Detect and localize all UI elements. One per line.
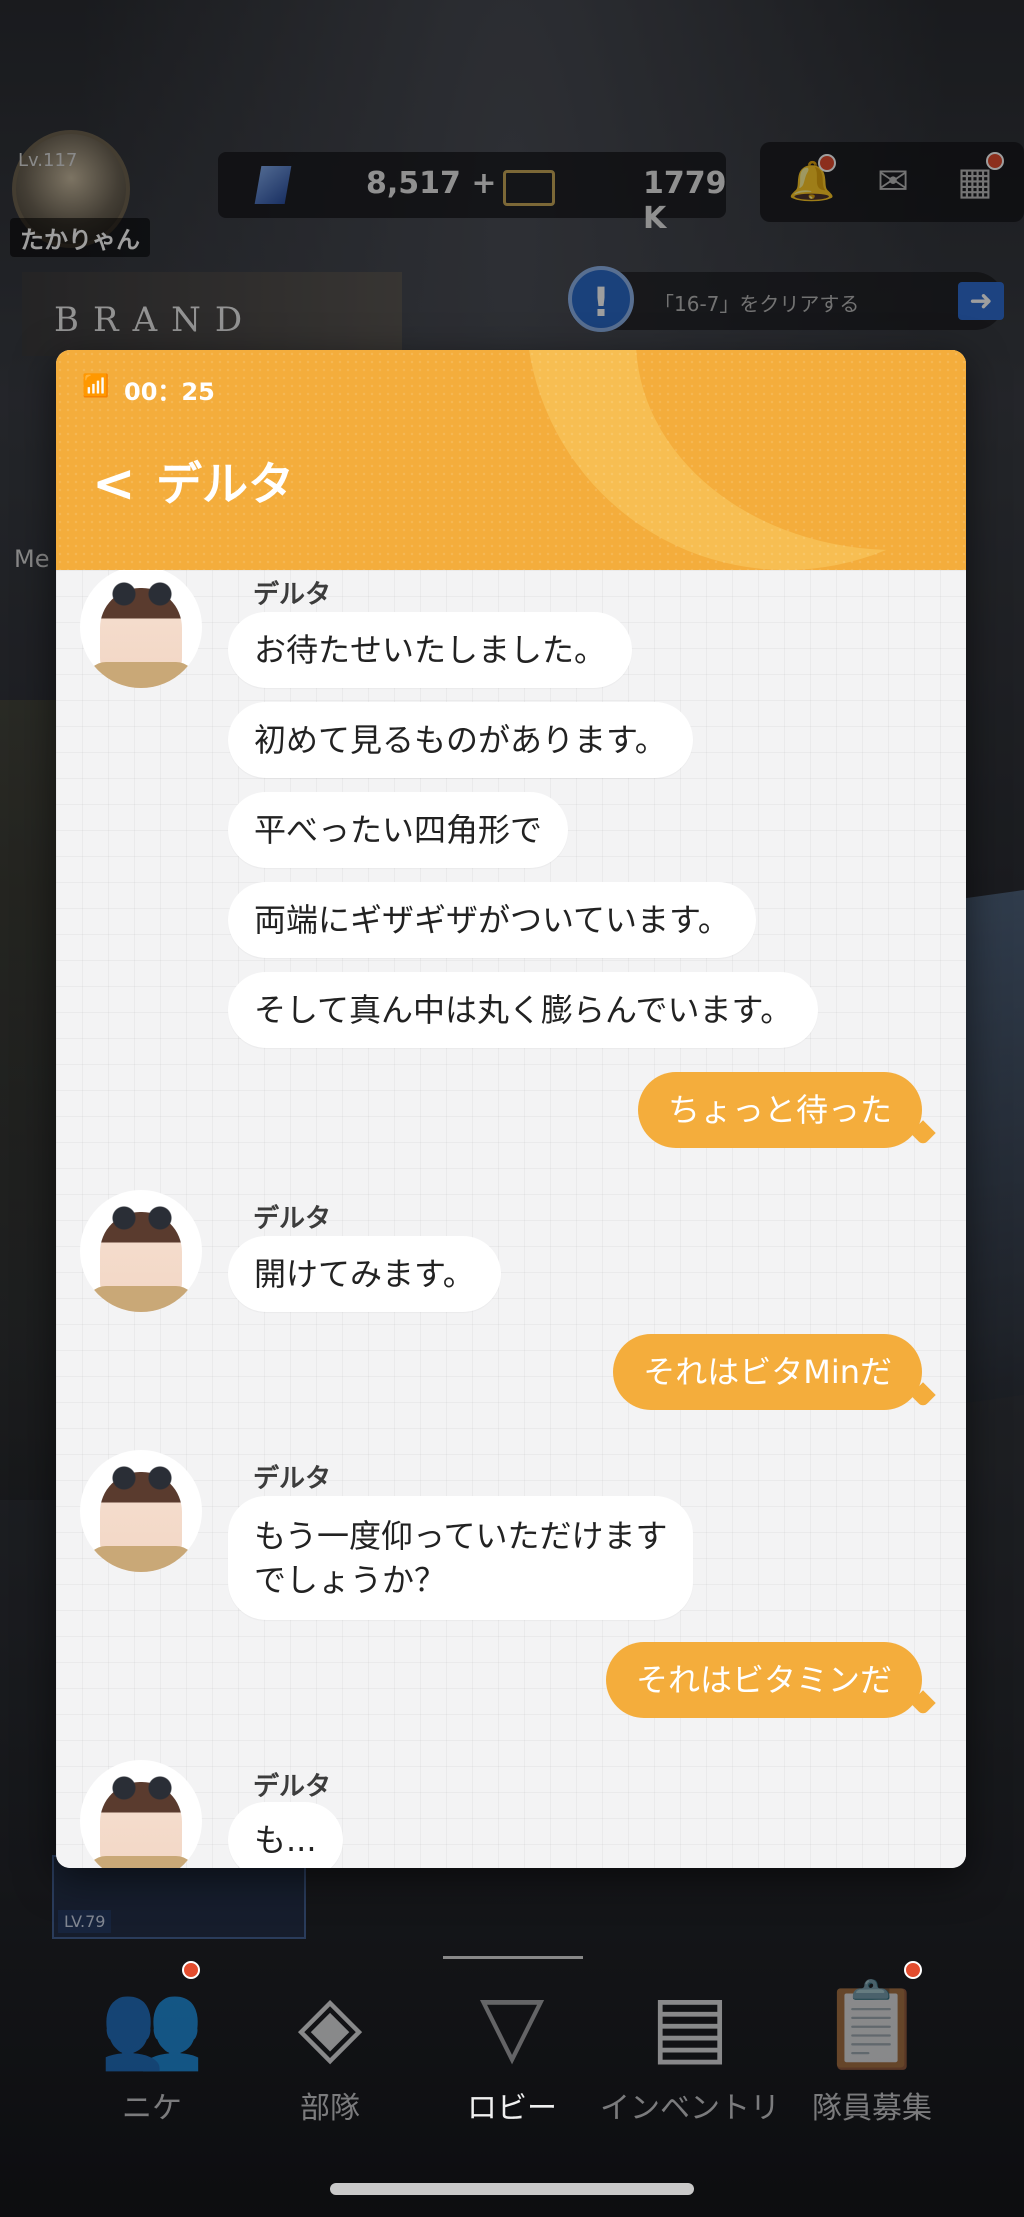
nav-label: インベントリ [600, 2091, 780, 2126]
inventory-icon: ▤ [650, 1976, 730, 2074]
message-bubble: そして真ん中は丸く膨らんでいます。 [228, 972, 819, 1048]
reply-bubble: それはビタMinだ [613, 1334, 922, 1410]
lobby-icon: ▽ [479, 1976, 545, 2074]
nav-item-inventory[interactable]: ▤ インベントリ [600, 1955, 780, 2135]
message-bubble: 初めて見るものがあります。 [228, 702, 693, 778]
nav-label: ニケ [122, 2091, 182, 2126]
avatar[interactable] [80, 1190, 202, 1312]
message-bubble: も... [228, 1802, 343, 1868]
home-indicator[interactable] [330, 2183, 694, 2195]
sender-name: デルタ [253, 1204, 332, 1234]
sender-name: デルタ [253, 580, 332, 610]
message-bubble: 開けてみます。 [228, 1236, 501, 1312]
people-icon: 👥 [99, 1976, 205, 2074]
notification-dot [904, 1961, 922, 1979]
sender-name: デルタ [253, 1772, 332, 1802]
wifi-icon: 📶 [82, 374, 110, 399]
chat-title: デルタ [156, 457, 294, 511]
nav-item-recruit[interactable]: 📋 隊員募集 [782, 1955, 962, 2135]
clipboard-icon: 📋 [819, 1976, 925, 2074]
sender-name: デルタ [253, 1464, 332, 1494]
reply-bubble: ちょっと待った [637, 1072, 922, 1148]
nav-item-squad[interactable]: ◈ 部隊 [240, 1955, 420, 2135]
nav-label: ロビー [467, 2091, 557, 2126]
avatar[interactable] [80, 1450, 202, 1572]
bottom-nav: 👥 ニケ ◈ 部隊 ▽ ロビー ▤ インベントリ 📋 隊員募集 [0, 1955, 1024, 2155]
notification-dot [182, 1961, 200, 1979]
nav-item-nikke[interactable]: 👥 ニケ [62, 1955, 242, 2135]
nav-label: 隊員募集 [812, 2091, 932, 2126]
message-bubble: お待たせいたしました。 [228, 612, 633, 688]
avatar[interactable] [80, 1760, 202, 1868]
nav-item-lobby[interactable]: ▽ ロビー [422, 1955, 602, 2135]
avatar[interactable] [80, 570, 202, 688]
squad-icon: ◈ [297, 1976, 363, 2074]
chat-messages[interactable]: デルタ お待たせいたしました。 初めて見るものがあります。 平べったい四角形で … [56, 570, 966, 1868]
message-bubble: 両端にギザギザがついています。 [228, 882, 756, 958]
chat-header: 📶 00：25 < デルタ [56, 350, 966, 570]
status-time: 00：25 [124, 378, 215, 406]
back-chevron-icon[interactable]: < [92, 454, 136, 514]
reply-bubble: それはビタミンだ [605, 1642, 922, 1718]
message-bubble: 平べったい四角形で [228, 792, 569, 868]
chat-window: 📶 00：25 < デルタ デルタ お待たせいたしました。 初めて見るものがあり… [56, 350, 966, 1868]
nav-label: 部隊 [300, 2091, 360, 2126]
message-bubble: もう一度仰っていただけます でしょうか？ [228, 1496, 694, 1620]
